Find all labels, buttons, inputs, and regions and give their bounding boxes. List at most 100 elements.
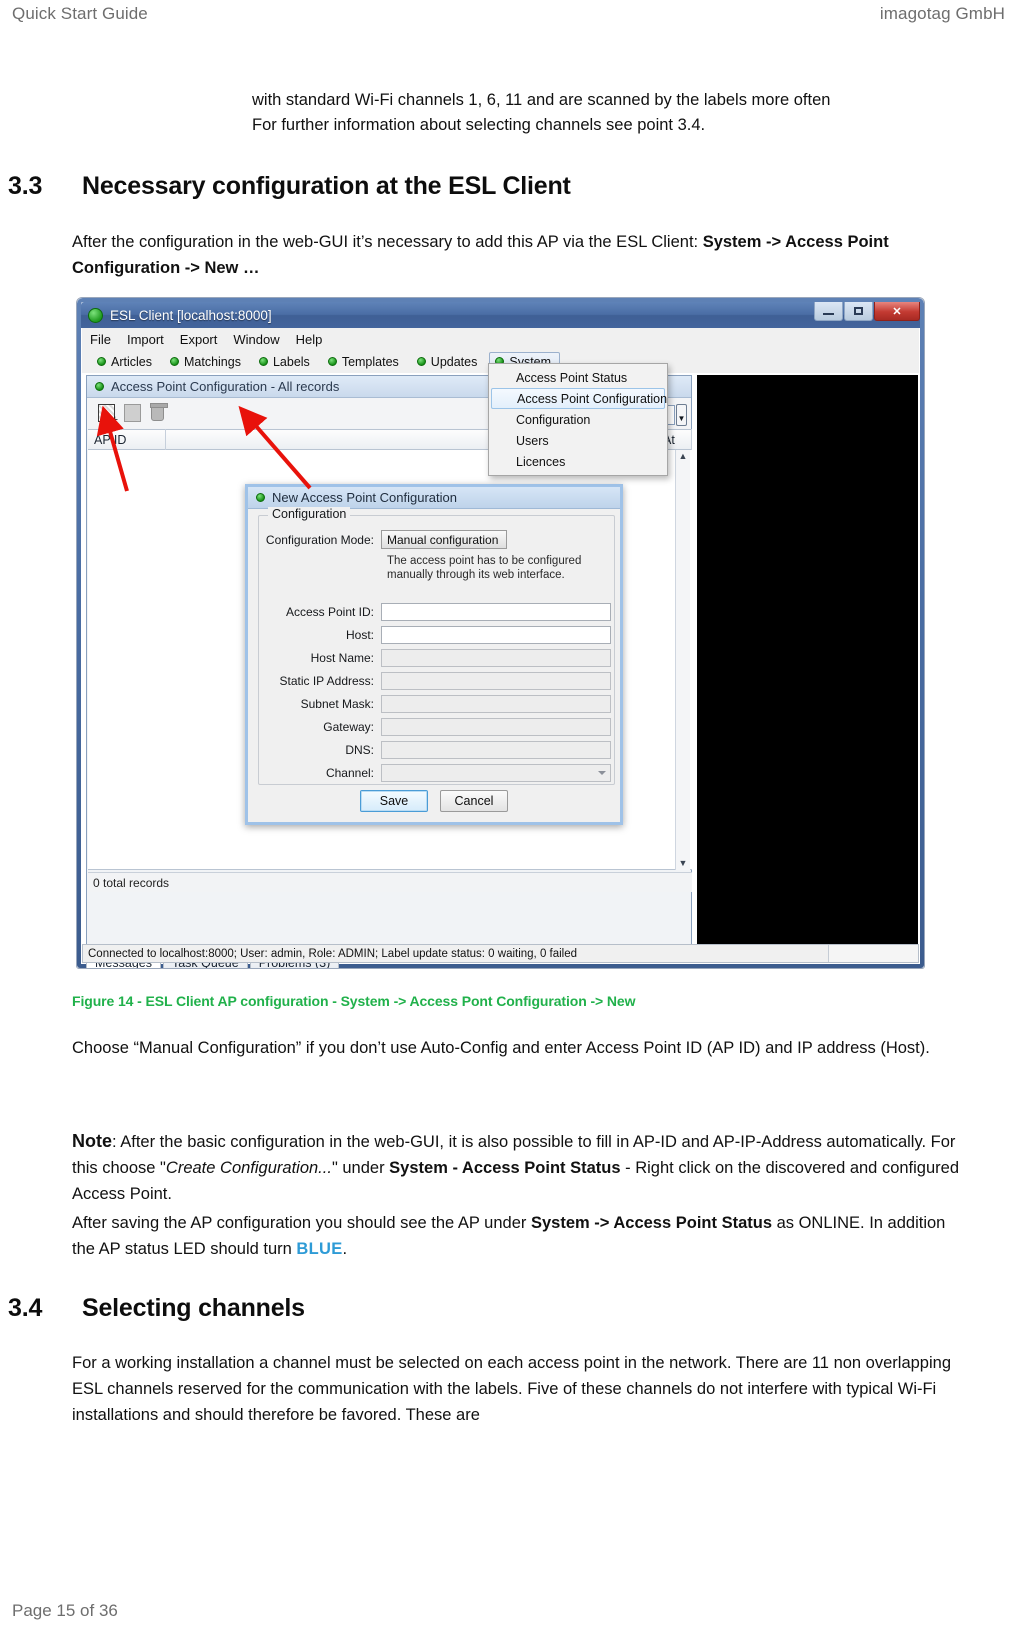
static-ip-address-input[interactable] (381, 672, 611, 690)
menu-item-access-point-status[interactable]: Access Point Status (489, 367, 667, 388)
field-row-host-name: Host Name: (265, 649, 611, 667)
chevron-down-icon (598, 771, 606, 775)
header-left-text: Quick Start Guide (12, 4, 148, 23)
esl-client-screenshot: ESL Client [localhost:8000] ✕ File Impor… (76, 297, 925, 969)
access-point-id-label: Access Point ID: (285, 605, 374, 619)
subnet-mask-label: Subnet Mask: (300, 697, 374, 711)
edit-record-icon[interactable] (124, 404, 141, 422)
new-access-point-configuration-dialog: New Access Point Configuration Configura… (245, 484, 623, 825)
mdi-title-text: Access Point Configuration - All records (111, 379, 340, 394)
field-row-subnet-mask: Subnet Mask: (265, 695, 611, 713)
new-record-icon[interactable] (98, 404, 118, 426)
search-dropdown-arrow-icon[interactable]: ▼ (676, 404, 687, 426)
tab-templates[interactable]: Templates (322, 352, 408, 372)
column-header-ap-id[interactable]: AP ID (88, 429, 166, 450)
note-paragraph: Note: After the basic configuration in t… (72, 1128, 972, 1207)
menu-item-window[interactable]: Window (233, 332, 279, 347)
field-row-static-ip-address: Static IP Address: (265, 672, 611, 690)
tab-labels[interactable]: Labels (253, 352, 319, 372)
delete-record-icon[interactable] (150, 402, 168, 421)
dialog-status-dot-icon (256, 493, 265, 502)
statusbar-text: Connected to localhost:8000; User: admin… (88, 947, 578, 960)
heading-3-4-number: 3.4 (8, 1294, 43, 1322)
window-titlebar: ESL Client [localhost:8000] ✕ (81, 302, 920, 328)
note-label: Note (72, 1131, 112, 1151)
figure-caption: Figure 14 - ESL Client AP configuration … (72, 993, 636, 1009)
configuration-mode-help-text: The access point has to be configured ma… (387, 555, 582, 581)
field-row-gateway: Gateway: (265, 718, 611, 736)
tab-updates[interactable]: Updates (411, 352, 487, 372)
online-paragraph: After saving the AP configuration you sh… (72, 1210, 972, 1262)
gateway-label: Gateway: (323, 720, 374, 734)
configuration-mode-label: Configuration Mode: (265, 532, 374, 547)
status-dot-icon (169, 357, 179, 366)
menu-item-import[interactable]: Import (127, 332, 164, 347)
tab-templates-label: Templates (341, 354, 399, 369)
configuration-mode-select[interactable]: Manual configuration (381, 530, 507, 549)
heading-3-3-number: 3.3 (8, 172, 43, 200)
status-dot-icon (416, 357, 426, 366)
tab-matchings[interactable]: Matchings (164, 352, 250, 372)
window-controls: ✕ (813, 302, 920, 328)
menubar: File Import Export Window Help (82, 328, 919, 350)
gateway-input[interactable] (381, 718, 611, 736)
note-bold: System - Access Point Status (389, 1159, 621, 1177)
tab-articles[interactable]: Articles (91, 352, 161, 372)
host-name-input[interactable] (381, 649, 611, 667)
menu-item-licences[interactable]: Licences (489, 451, 667, 472)
tab-articles-label: Articles (111, 354, 152, 369)
menu-item-help[interactable]: Help (296, 332, 323, 347)
menu-item-users[interactable]: Users (489, 430, 667, 451)
scroll-up-arrow-icon[interactable]: ▲ (679, 450, 688, 463)
field-row-dns: DNS: (265, 741, 611, 759)
menu-item-export[interactable]: Export (180, 332, 218, 347)
tab-labels-label: Labels (272, 354, 310, 369)
save-button[interactable]: Save (360, 790, 428, 812)
top-paragraph-line-2: For further information about selecting … (252, 116, 706, 134)
tab-updates-label: Updates (430, 354, 478, 369)
scroll-down-arrow-icon[interactable]: ▼ (679, 857, 688, 870)
page-header: Quick Start Guide imagotag GmbH (0, 0, 1017, 34)
note-part-2: " under (331, 1159, 390, 1177)
close-button[interactable]: ✕ (874, 302, 920, 321)
maximize-button[interactable] (844, 302, 873, 321)
channel-label: Channel: (325, 766, 374, 780)
record-count-status: 0 total records (88, 872, 692, 892)
access-point-id-input[interactable] (381, 603, 611, 621)
tab-matchings-label: Matchings (183, 354, 241, 369)
menu-item-access-point-configuration[interactable]: Access Point Configuration (491, 388, 667, 409)
field-row-channel: Channel: (265, 764, 611, 782)
note-italic: Create Configuration... (165, 1159, 332, 1177)
menu-item-file[interactable]: File (90, 332, 111, 347)
configuration-mode-row: Configuration Mode: Manual configuration (265, 530, 507, 549)
channel-select[interactable] (381, 764, 611, 782)
groupbox-legend: Configuration (268, 507, 351, 521)
heading-3-3: 3.3 Necessary configuration at the ESL Cl… (8, 172, 988, 201)
status-dot-icon (258, 357, 268, 366)
static-ip-address-label: Static IP Address: (279, 674, 375, 688)
header-right-text: imagotag GmbH (879, 4, 1005, 23)
after-figure-paragraph: Choose “Manual Configuration” if you don… (72, 1039, 930, 1057)
cancel-button[interactable]: Cancel (440, 790, 508, 812)
page-footer: Page 15 of 36 (12, 1601, 118, 1620)
field-row-access-point-id: Access Point ID: (265, 603, 611, 621)
heading-3-4: 3.4 Selecting channels (8, 1294, 988, 1323)
menu-item-configuration[interactable]: Configuration (489, 409, 667, 430)
black-background-region (697, 375, 918, 948)
records-grid-scrollbar[interactable]: ▲ ▼ (675, 450, 690, 870)
section-3-4-body: For a working installation a channel mus… (72, 1354, 951, 1424)
app-status-led-icon (88, 307, 103, 323)
application-statusbar: Connected to localhost:8000; User: admin… (82, 944, 919, 963)
dialog-titlebar: New Access Point Configuration (248, 487, 620, 509)
system-dropdown-menu: Access Point Status Access Point Configu… (488, 363, 668, 476)
section-3-3-intro: After the configuration in the web-GUI i… (72, 229, 972, 281)
host-input[interactable] (381, 626, 611, 644)
heading-3-3-title: Necessary configuration at the ESL Clien… (82, 172, 571, 200)
subnet-mask-input[interactable] (381, 695, 611, 713)
statusbar-resize-grip (828, 945, 918, 962)
minimize-button[interactable] (814, 302, 843, 321)
top-paragraph: with standard Wi-Fi channels 1, 6, 11 an… (252, 88, 962, 138)
dns-input[interactable] (381, 741, 611, 759)
heading-3-4-title: Selecting channels (82, 1294, 305, 1322)
intro-plain-text: After the configuration in the web-GUI i… (72, 233, 703, 251)
